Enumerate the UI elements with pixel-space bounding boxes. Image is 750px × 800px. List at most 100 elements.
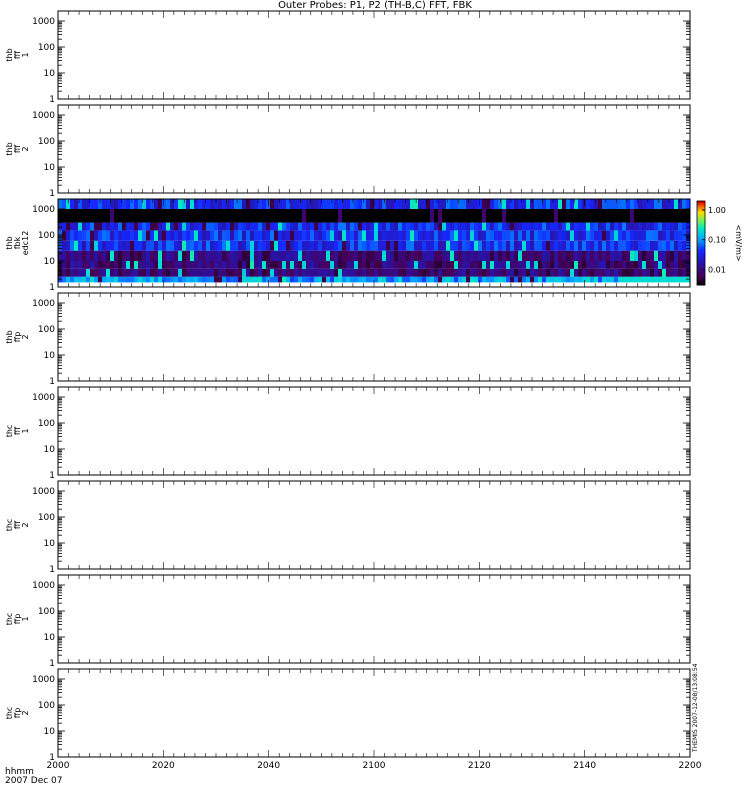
spectrogram-cell (78, 268, 83, 277)
spectrogram-cell (278, 222, 283, 231)
spectrogram-cell (602, 230, 607, 241)
spectrogram-cell (562, 268, 567, 277)
spectrogram-cell (398, 240, 403, 251)
spectrogram-cell (494, 199, 499, 209)
spectrogram-cell (358, 240, 363, 251)
spectrogram-cell (78, 209, 83, 223)
spectrogram-cell (350, 276, 355, 283)
spectrogram-cell (194, 230, 199, 241)
spectrogram-cell (414, 250, 419, 261)
spectrogram-cell (594, 209, 599, 223)
spectrogram-cell (186, 250, 191, 261)
spectrogram-cell (214, 276, 219, 283)
spectrogram-cell (86, 230, 91, 241)
y-tick-label: 1 (49, 659, 55, 669)
spectrogram-cell (682, 240, 687, 251)
spectrogram-cell (326, 230, 331, 241)
spectrogram-cell (422, 199, 427, 209)
spectrogram-cell (106, 250, 111, 261)
spectrogram-cell (666, 261, 671, 269)
spectrogram-cell (522, 268, 527, 277)
spectrogram-cell (330, 276, 335, 283)
spectrogram-cell (210, 222, 215, 231)
spectrogram-cell (230, 222, 235, 231)
spectrogram-cell (586, 261, 591, 269)
spectrogram-cell (206, 230, 211, 241)
spectrogram-cell (650, 199, 655, 209)
spectrogram-cell (670, 230, 675, 241)
spectrogram-cell (178, 209, 183, 223)
spectrogram-cell (370, 250, 375, 261)
spectrogram-cell (326, 250, 331, 261)
spectrogram-cell (530, 276, 535, 283)
spectrogram-cell (658, 240, 663, 251)
spectrogram-cell (150, 268, 155, 277)
spectrogram-cell (146, 209, 151, 223)
spectrogram-cell (198, 276, 203, 283)
spectrogram-cell (278, 230, 283, 241)
spectrogram-cell (542, 222, 547, 231)
spectrogram-cell (298, 268, 303, 277)
spectrogram-cell (434, 240, 439, 251)
spectrogram-cell (162, 209, 167, 223)
spectrogram-cell (530, 261, 535, 269)
spectrogram-cell (170, 230, 175, 241)
spectrogram-cell (522, 276, 527, 283)
spectrogram-cell (486, 222, 491, 231)
spectrogram-cell (562, 209, 567, 223)
spectrogram-cell (678, 222, 683, 231)
spectrogram-cell (550, 199, 555, 209)
spectrogram-cell (62, 240, 67, 251)
spectrogram-cell (274, 250, 279, 261)
spectrogram-cell (306, 222, 311, 231)
spectrogram-cell (650, 250, 655, 261)
spectrogram-cell (646, 199, 651, 209)
spectrogram-cell (538, 230, 543, 241)
spectrogram-cell (354, 199, 359, 209)
spectrogram-cell (442, 199, 447, 209)
spectrogram-cell (114, 230, 119, 241)
spectrogram-cell (86, 261, 91, 269)
spectrogram-cell (134, 261, 139, 269)
spectrogram-cell (222, 240, 227, 251)
spectrogram-cell (646, 261, 651, 269)
spectrogram-cell (166, 199, 171, 209)
spectrogram-cell (382, 261, 387, 269)
spectrogram-cell (510, 240, 515, 251)
spectrogram-cell (590, 209, 595, 223)
spectrogram-cell (482, 222, 487, 231)
spectrogram-cell (98, 222, 103, 231)
spectrogram-cell (594, 250, 599, 261)
spectrogram-cell (250, 261, 255, 269)
spectrogram-cell (342, 240, 347, 251)
spectrogram-cell (494, 276, 499, 283)
spectrogram-cell (354, 268, 359, 277)
spectrogram-cell (118, 240, 123, 251)
spectrogram-cell (654, 199, 659, 209)
spectrogram-cell (546, 209, 551, 223)
spectrogram-cell (434, 268, 439, 277)
spectrogram-cell (550, 250, 555, 261)
spectrogram-cell (366, 222, 371, 231)
spectrogram-cell (278, 199, 283, 209)
spectrogram-cell (298, 230, 303, 241)
spectrogram-cell (102, 268, 107, 277)
spectrogram-cell (74, 199, 79, 209)
spectrogram-cell (334, 199, 339, 209)
spectrogram-cell (346, 209, 351, 223)
spectrogram-cell (286, 222, 291, 231)
spectrogram-cell (478, 240, 483, 251)
spectrogram-cell (598, 230, 603, 241)
spectrogram-cell (78, 230, 83, 241)
spectrogram-cell (398, 222, 403, 231)
spectrogram-cell (210, 230, 215, 241)
spectrogram-cell (374, 209, 379, 223)
spectrogram-cell (210, 268, 215, 277)
spectrogram-cell (274, 230, 279, 241)
spectrogram-cell (578, 240, 583, 251)
spectrogram-cell (530, 230, 535, 241)
spectrogram-cell (338, 230, 343, 241)
spectrogram-cell (606, 230, 611, 241)
spectrogram-cell (190, 261, 195, 269)
spectrogram-cell (498, 222, 503, 231)
